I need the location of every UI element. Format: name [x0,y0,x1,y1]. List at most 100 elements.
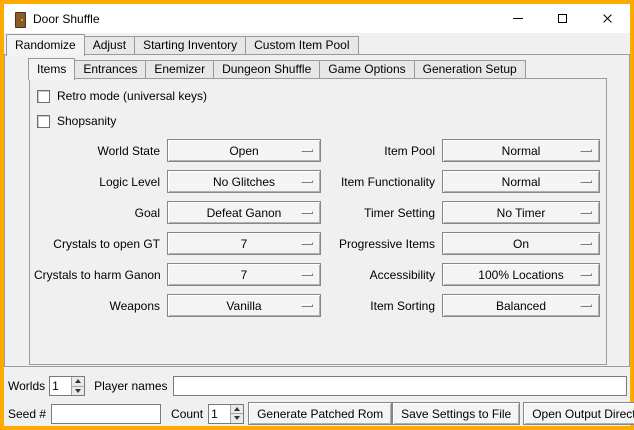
seed-input[interactable] [51,404,161,424]
crystals-open-gt-dropdown[interactable]: 7 [167,232,321,255]
worlds-row: Worlds Player names [8,375,627,397]
dropdown-indicator-icon [580,304,592,307]
dropdown-indicator-icon [301,149,313,152]
dropdown-value: Defeat Ganon [207,206,282,220]
titlebar: Door Shuffle [4,4,630,33]
item-sorting-dropdown[interactable]: Balanced [442,294,600,317]
worlds-input[interactable] [50,377,71,395]
count-input[interactable] [209,405,230,423]
accessibility-label: Accessibility [329,268,435,282]
dropdown-value: Vanilla [226,299,261,313]
count-spinbox [208,404,244,424]
seed-label: Seed # [8,407,46,421]
spin-down-icon [75,389,81,393]
crystals-harm-ganon-dropdown[interactable]: 7 [167,263,321,286]
timer-setting-label: Timer Setting [329,206,435,220]
window-controls [495,4,630,33]
tab-dungeon-shuffle[interactable]: Dungeon Shuffle [213,60,320,79]
dropdown-value: On [513,237,529,251]
retro-mode-checkbox[interactable] [37,90,50,103]
window-content: Randomize Adjust Starting Inventory Cust… [4,33,630,426]
window-title: Door Shuffle [33,12,100,26]
dropdown-value: No Glitches [213,175,275,189]
dropdown-value: Open [229,144,258,158]
close-button[interactable] [585,4,630,33]
inner-tab-bar: Items Entrances Enemizer Dungeon Shuffle… [5,55,629,79]
open-output-directory-button[interactable]: Open Output Directory [523,402,634,425]
timer-setting-dropdown[interactable]: No Timer [442,201,600,224]
goal-dropdown[interactable]: Defeat Ganon [167,201,321,224]
tab-adjust[interactable]: Adjust [84,36,135,55]
dropdown-value: No Timer [497,206,546,220]
crystals-harm-ganon-label: Crystals to harm Ganon [34,268,160,282]
spin-up-icon [75,379,81,383]
maximize-button[interactable] [540,4,585,33]
dropdown-indicator-icon [580,242,592,245]
save-settings-button[interactable]: Save Settings to File [392,402,520,425]
dropdown-indicator-icon [580,211,592,214]
item-pool-label: Item Pool [329,144,435,158]
item-functionality-label: Item Functionality [329,175,435,189]
minimize-icon [513,18,523,19]
player-names-input[interactable] [173,376,628,396]
close-icon [602,13,613,24]
dropdown-value: 7 [241,237,248,251]
tab-items[interactable]: Items [28,58,75,80]
tab-game-options[interactable]: Game Options [319,60,414,79]
option-row: Logic Level No Glitches Item Functionali… [34,170,602,193]
dropdown-indicator-icon [301,180,313,183]
weapons-dropdown[interactable]: Vanilla [167,294,321,317]
tab-enemizer[interactable]: Enemizer [145,60,214,79]
dropdown-value: Normal [502,144,541,158]
logic-level-dropdown[interactable]: No Glitches [167,170,321,193]
dropdown-value: 7 [241,268,248,282]
option-row: Weapons Vanilla Item Sorting Balanced [34,294,602,317]
dropdown-value: Balanced [496,299,546,313]
world-state-dropdown[interactable]: Open [167,139,321,162]
items-pane: Retro mode (universal keys) Shopsanity W… [29,78,607,365]
count-label: Count [171,407,203,421]
minimize-button[interactable] [495,4,540,33]
shopsanity-checkbox[interactable] [37,115,50,128]
dropdown-value: Normal [502,175,541,189]
shopsanity-label: Shopsanity [57,114,116,128]
world-state-label: World State [34,144,160,158]
spin-down-icon [234,416,240,420]
dropdown-indicator-icon [301,242,313,245]
tab-starting-inventory[interactable]: Starting Inventory [134,36,246,55]
generate-patched-rom-button[interactable]: Generate Patched Rom [248,402,392,425]
spin-up-button[interactable] [231,405,243,414]
item-pool-dropdown[interactable]: Normal [442,139,600,162]
progressive-items-dropdown[interactable]: On [442,232,600,255]
retro-mode-label: Retro mode (universal keys) [57,89,207,103]
crystals-open-gt-label: Crystals to open GT [34,237,160,251]
weapons-label: Weapons [34,299,160,313]
tab-custom-item-pool[interactable]: Custom Item Pool [245,36,358,55]
spin-down-button[interactable] [231,413,243,423]
player-names-label: Player names [94,379,167,393]
dropdown-indicator-icon [301,211,313,214]
goal-label: Goal [34,206,160,220]
tab-randomize[interactable]: Randomize [6,34,85,56]
maximize-icon [558,14,567,23]
count-spin-arrows [230,405,243,423]
accessibility-dropdown[interactable]: 100% Locations [442,263,600,286]
spin-down-button[interactable] [72,386,84,396]
window: Door Shuffle Randomize Adjust Starting I… [0,0,634,430]
item-functionality-dropdown[interactable]: Normal [442,170,600,193]
retro-mode-row: Retro mode (universal keys) [37,89,602,103]
randomize-pane: Items Entrances Enemizer Dungeon Shuffle… [4,54,630,367]
option-row: Goal Defeat Ganon Timer Setting No Timer [34,201,602,224]
tab-generation-setup[interactable]: Generation Setup [414,60,526,79]
tab-entrances[interactable]: Entrances [74,60,146,79]
progressive-items-label: Progressive Items [329,237,435,251]
item-sorting-label: Item Sorting [329,299,435,313]
dropdown-indicator-icon [580,273,592,276]
seed-row: Seed # Count Generate Patched Rom Save S… [8,402,627,425]
option-row: Crystals to harm Ganon 7 Accessibility 1… [34,263,602,286]
spin-up-button[interactable] [72,377,84,386]
worlds-label: Worlds [8,379,45,393]
option-row: World State Open Item Pool Normal [34,139,602,162]
logic-level-label: Logic Level [34,175,160,189]
shopsanity-row: Shopsanity [37,114,602,128]
